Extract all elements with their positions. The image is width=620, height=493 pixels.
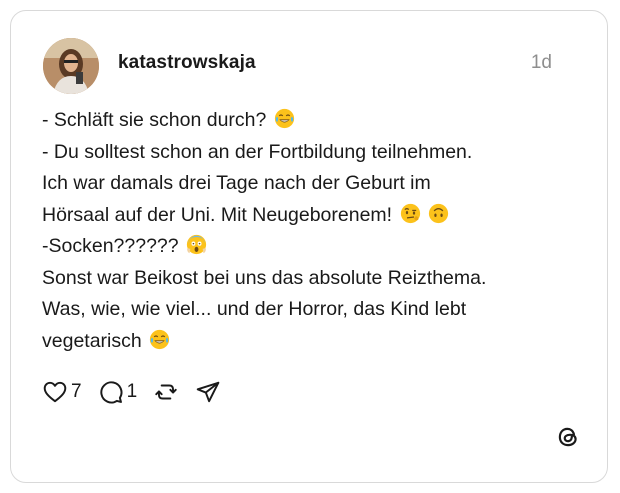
post-line: Hörsaal auf der Uni. Mit Neugeborenem! <box>42 200 587 232</box>
post-line: - Schläft sie schon durch? <box>42 105 587 137</box>
post-line: Ich war damals drei Tage nach der Geburt… <box>42 168 587 200</box>
post-text: - Schläft sie schon durch? - Du solltest… <box>42 105 587 357</box>
like-button[interactable]: 7 <box>42 379 82 405</box>
post-line-text: - Du solltest schon an der Fortbildung t… <box>42 140 473 163</box>
like-count: 7 <box>71 381 82 402</box>
comment-icon <box>99 381 123 404</box>
post-line: -Socken?????? <box>42 231 587 263</box>
post-line: Was, wie, wie viel... und der Horror, da… <box>42 294 587 326</box>
threads-logo-icon[interactable] <box>555 424 581 450</box>
username[interactable]: katastrowskaja <box>118 52 256 74</box>
post-card: katastrowskaja 1d - Schläft sie schon du… <box>10 10 608 483</box>
raised-eyebrow-emoji-icon <box>400 203 420 223</box>
post-actions: 7 1 <box>42 377 237 407</box>
post-line-text: Was, wie, wie viel... und der Horror, da… <box>42 298 467 320</box>
repost-icon <box>155 384 177 400</box>
post-line-text: -Socken?????? <box>42 235 179 257</box>
tears-of-joy-emoji-icon <box>150 329 170 349</box>
post-line: - Du solltest schon an der Fortbildung t… <box>42 137 587 169</box>
post-line: Sonst war Beikost bei uns das absolute R… <box>42 263 587 295</box>
repost-button[interactable] <box>153 379 179 405</box>
post-timestamp: 1d <box>530 52 552 73</box>
post-line-text: Ich war damals drei Tage nach der Geburt… <box>42 172 431 194</box>
upside-down-face-emoji-icon <box>428 203 449 223</box>
heart-icon <box>43 381 67 403</box>
post-line-text: Hörsaal auf der Uni. Mit Neugeborenem! <box>42 203 393 226</box>
reply-button[interactable]: 1 <box>98 379 138 405</box>
share-button[interactable] <box>195 379 221 405</box>
screaming-face-emoji-icon <box>186 234 207 255</box>
send-icon <box>196 381 220 403</box>
reply-count: 1 <box>126 381 138 402</box>
post-line-text: - Schläft sie schon durch? <box>42 109 267 131</box>
tears-of-joy-emoji-icon <box>274 108 294 129</box>
post-line-text: vegetarisch <box>42 329 142 352</box>
post-line: vegetarisch <box>42 326 587 358</box>
avatar[interactable] <box>43 38 99 94</box>
post-line-text: Sonst war Beikost bei uns das absolute R… <box>42 266 487 289</box>
